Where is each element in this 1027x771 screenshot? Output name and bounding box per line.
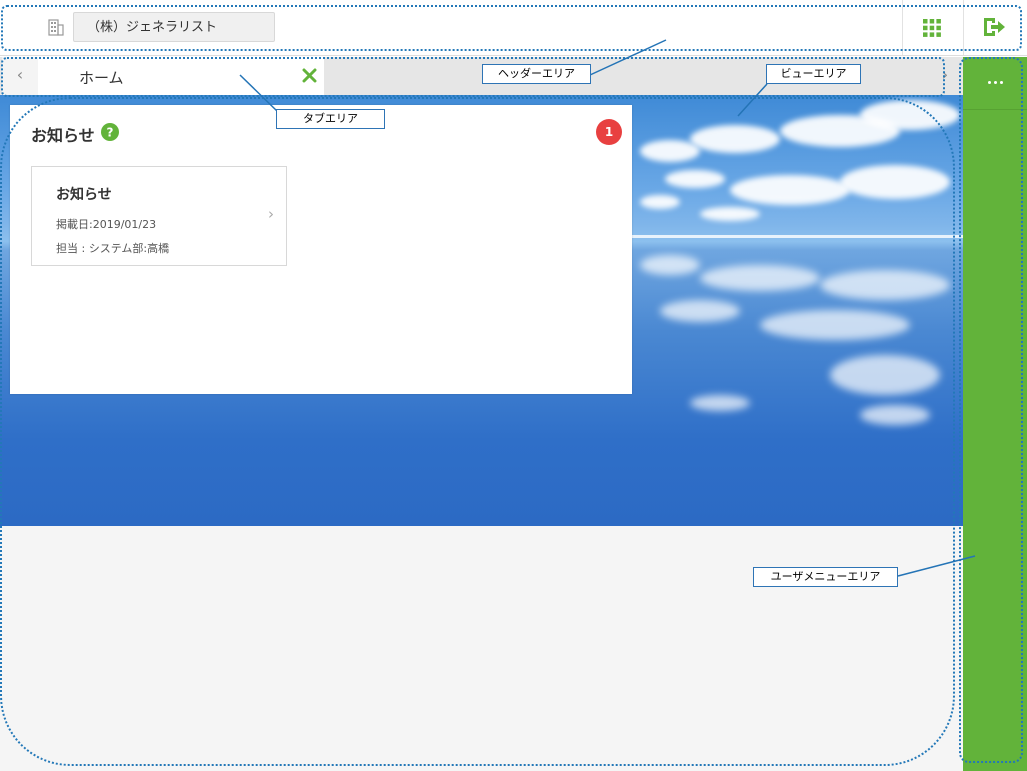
header-area-outline [1, 5, 1022, 51]
header-area-label: ヘッダーエリア [482, 64, 591, 84]
user-menu-area-label: ユーザメニューエリア [753, 567, 898, 587]
tab-area-label: タブエリア [276, 109, 385, 129]
user-menu-area-outline [959, 57, 1023, 763]
view-area-outline [0, 97, 955, 766]
view-area-label: ビューエリア [766, 64, 861, 84]
